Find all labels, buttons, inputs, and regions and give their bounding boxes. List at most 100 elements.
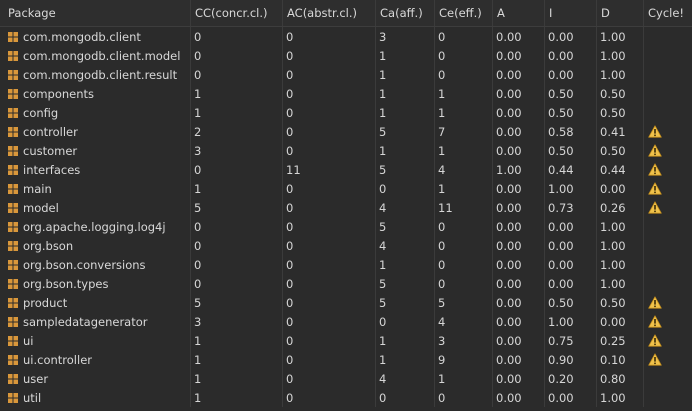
metric-value: 0: [438, 276, 446, 291]
ca-cell: 1: [376, 255, 435, 274]
warning-icon[interactable]: [648, 334, 662, 347]
table-row[interactable]: org.bson.conversions 0 0 1 0 0.00 0.00 1.00: [0, 255, 692, 274]
table-row[interactable]: com.mongodb.client.model 0 0 1 0 0.00 0.00 1.00: [0, 46, 692, 65]
metric-value: 0: [286, 390, 294, 405]
metric-value: 0: [286, 371, 294, 386]
column-header-i[interactable]: I: [545, 0, 597, 26]
table-row[interactable]: controller 2 0 5 7 0.00 0.58 0.41: [0, 122, 692, 141]
table-row[interactable]: config 1 0 1 1 0.00 0.50 0.50: [0, 103, 692, 122]
metric-value: 0.00: [548, 257, 574, 272]
ca-cell: 4: [376, 198, 435, 217]
metric-value: 1: [194, 390, 202, 405]
warning-icon[interactable]: [648, 201, 662, 214]
d-cell: 0.80: [597, 369, 644, 388]
metric-value: 0: [286, 124, 294, 139]
column-header-d[interactable]: D: [597, 0, 644, 26]
table-row[interactable]: product 5 0 5 5 0.00 0.50 0.50: [0, 293, 692, 312]
column-header-package[interactable]: Package: [0, 0, 191, 26]
metric-value: 1: [194, 352, 202, 367]
package-icon: [8, 392, 18, 403]
column-header-ce[interactable]: Ce(eff.): [435, 0, 493, 26]
metric-value: 0.50: [600, 295, 626, 310]
cycle-cell: [644, 179, 692, 198]
package-cell: user: [0, 369, 191, 388]
cc-cell: 3: [191, 141, 283, 160]
table-row[interactable]: org.apache.logging.log4j 0 0 5 0 0.00 0.00 1.00: [0, 217, 692, 236]
metric-value: 1: [379, 86, 387, 101]
table-row[interactable]: ui 1 0 1 3 0.00 0.75 0.25: [0, 331, 692, 350]
i-cell: 0.00: [545, 46, 597, 65]
table-row[interactable]: com.mongodb.client.result 0 0 1 0 0.00 0.00 1.0…: [0, 65, 692, 84]
warning-icon[interactable]: [648, 353, 662, 366]
metric-value: 0.50: [548, 86, 574, 101]
ca-cell: 1: [376, 65, 435, 84]
metric-value: 1: [379, 105, 387, 120]
d-cell: 0.41: [597, 122, 644, 141]
column-header-a[interactable]: A: [493, 0, 545, 26]
column-header-ac[interactable]: AC(abstr.cl.): [283, 0, 376, 26]
i-cell: 0.00: [545, 236, 597, 255]
table-row[interactable]: model 5 0 4 11 0.00 0.73 0.26: [0, 198, 692, 217]
column-header-cc[interactable]: CC(concr.cl.): [191, 0, 283, 26]
column-header-cycle[interactable]: Cycle!: [644, 0, 692, 26]
metric-value: 0: [286, 105, 294, 120]
table-row[interactable]: sampledatagenerator 3 0 0 4 0.00 1.00 0.00: [0, 312, 692, 331]
ac-cell: 0: [283, 217, 376, 236]
i-cell: 0.20: [545, 369, 597, 388]
a-cell: 0.00: [493, 103, 545, 122]
metric-value: 0: [379, 390, 387, 405]
package-name: interfaces: [23, 162, 81, 177]
metric-value: 0: [194, 29, 202, 44]
table-row[interactable]: components 1 0 1 1 0.00 0.50 0.50: [0, 84, 692, 103]
table-row[interactable]: ui.controller 1 0 1 9 0.00 0.90 0.10: [0, 350, 692, 369]
metric-value: 0.00: [496, 48, 522, 63]
d-cell: 1.00: [597, 217, 644, 236]
cc-cell: 0: [191, 217, 283, 236]
warning-icon[interactable]: [648, 144, 662, 157]
column-header-ca[interactable]: Ca(aff.): [376, 0, 435, 26]
cycle-cell: [644, 160, 692, 179]
metric-value: 0.26: [600, 200, 626, 215]
table-row[interactable]: org.bson.types 0 0 5 0 0.00 0.00 1.00: [0, 274, 692, 293]
table-row[interactable]: customer 3 0 1 1 0.00 0.50 0.50: [0, 141, 692, 160]
table-row[interactable]: com.mongodb.client 0 0 3 0 0.00 0.00 1.00: [0, 27, 692, 46]
metric-value: 0.00: [548, 238, 574, 253]
column-label: D: [601, 6, 610, 20]
package-icon: [8, 88, 18, 99]
table-row[interactable]: user 1 0 4 1 0.00 0.20 0.80: [0, 369, 692, 388]
table-row[interactable]: main 1 0 0 1 0.00 1.00 0.00: [0, 179, 692, 198]
warning-icon[interactable]: [648, 296, 662, 309]
package-name: product: [23, 295, 68, 310]
warning-icon[interactable]: [648, 182, 662, 195]
cycle-cell: [644, 46, 692, 65]
ac-cell: 0: [283, 350, 376, 369]
ca-cell: 4: [376, 369, 435, 388]
ce-cell: 1: [435, 369, 493, 388]
i-cell: 0.50: [545, 293, 597, 312]
table-row[interactable]: util 1 0 0 0 0.00 0.00 1.00: [0, 388, 692, 407]
package-name: org.bson: [23, 238, 74, 253]
metric-value: 0: [286, 333, 294, 348]
cc-cell: 1: [191, 350, 283, 369]
metric-value: 0.00: [496, 352, 522, 367]
ce-cell: 5: [435, 293, 493, 312]
metric-value: 0.90: [548, 352, 574, 367]
package-icon: [8, 31, 18, 42]
d-cell: 0.10: [597, 350, 644, 369]
warning-icon[interactable]: [648, 125, 662, 138]
warning-icon[interactable]: [648, 163, 662, 176]
package-name: config: [23, 105, 59, 120]
package-cell: sampledatagenerator: [0, 312, 191, 331]
metric-value: 0.00: [600, 314, 626, 329]
table-row[interactable]: interfaces 0 11 5 4 1.00 0.44 0.44: [0, 160, 692, 179]
metric-value: 0: [438, 390, 446, 405]
d-cell: 1.00: [597, 255, 644, 274]
a-cell: 0.00: [493, 84, 545, 103]
table-row[interactable]: org.bson 0 0 4 0 0.00 0.00 1.00: [0, 236, 692, 255]
metric-value: 5: [379, 276, 387, 291]
package-icon: [8, 69, 18, 80]
ca-cell: 5: [376, 160, 435, 179]
metric-value: 0: [286, 295, 294, 310]
warning-icon[interactable]: [648, 315, 662, 328]
ac-cell: 0: [283, 179, 376, 198]
